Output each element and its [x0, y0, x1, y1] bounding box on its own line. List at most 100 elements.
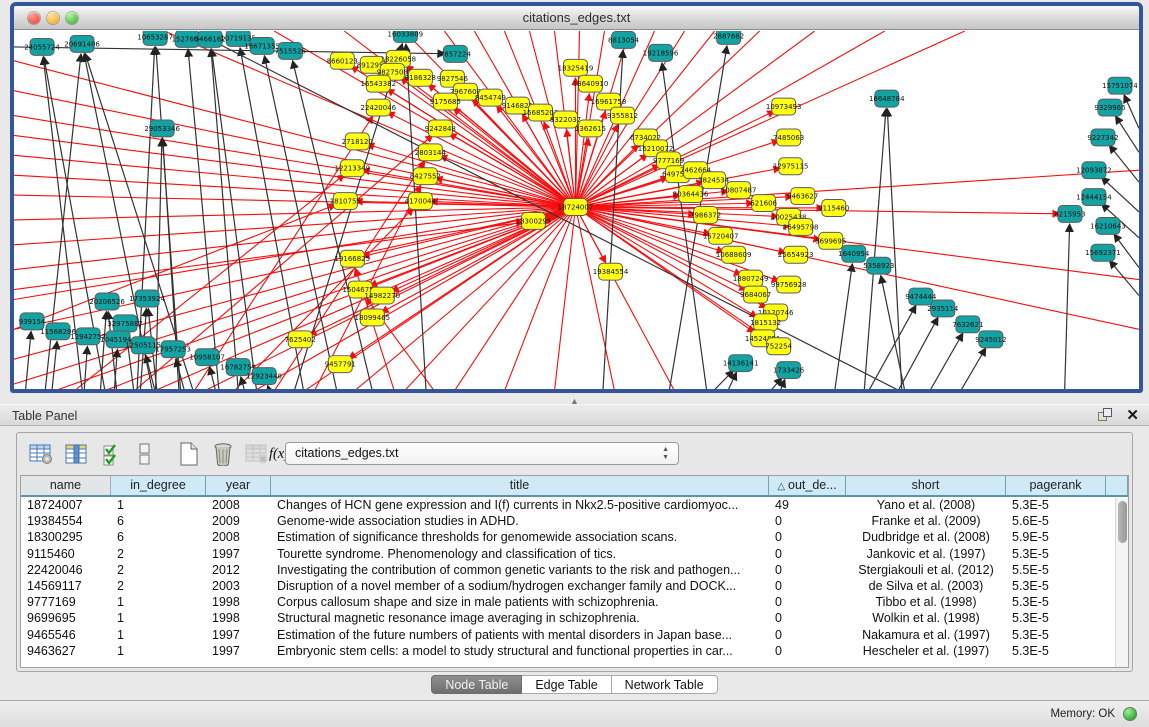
graph-node-7986372[interactable]: 7986372 — [690, 207, 721, 224]
graph-node-9329966[interactable]: 9329966 — [1094, 99, 1125, 116]
graph-node-9245012[interactable]: 9245012 — [975, 331, 1006, 348]
close-panel-icon[interactable]: ✕ — [1126, 406, 1139, 424]
graph-node-24055724[interactable]: 24055724 — [24, 38, 60, 55]
graph-node-12213349[interactable]: 12213349 — [335, 160, 371, 177]
graph-node-12975115[interactable]: 12975115 — [773, 158, 809, 175]
table-row[interactable]: 1830029562008Estimation of significance … — [21, 529, 1128, 545]
show-column-icon[interactable] — [63, 441, 91, 467]
column-header-pagerank[interactable]: pagerank — [1006, 476, 1106, 495]
graph-node-25654923[interactable]: 25654923 — [778, 246, 814, 263]
graph-node-9684067[interactable]: 9684067 — [740, 286, 771, 303]
delete-trash-icon[interactable] — [209, 441, 237, 467]
graph-node-20206526[interactable]: 20206526 — [89, 293, 125, 310]
select-all-checks-icon[interactable] — [99, 441, 127, 467]
cell-name: 19384554 — [21, 513, 111, 529]
graph-node-12444154[interactable]: 12444154 — [1076, 189, 1112, 206]
graph-node-2887682[interactable]: 2887682 — [713, 31, 744, 44]
graph-node-9115460[interactable]: 9115460 — [818, 200, 849, 217]
scrollbar-thumb[interactable] — [1118, 501, 1127, 543]
graph-node-19384554[interactable]: 19384554 — [593, 263, 629, 280]
vertical-scrollbar[interactable] — [1115, 498, 1128, 667]
graph-node-1810755[interactable]: 1810755 — [330, 193, 361, 210]
graph-node-1733426[interactable]: 1733426 — [773, 362, 804, 379]
graph-node-9699695[interactable]: 9699695 — [815, 232, 846, 249]
column-header-title[interactable]: title — [271, 476, 769, 495]
graph-node-9227342[interactable]: 9227342 — [1087, 129, 1118, 146]
table-row[interactable]: 946362711997Embryonic stem cells: a mode… — [21, 643, 1128, 659]
graph-node-18325419[interactable]: 18325419 — [558, 59, 594, 76]
graph-node-15751074[interactable]: 15751074 — [1102, 77, 1138, 94]
graph-node-14136141[interactable]: 14136141 — [723, 355, 759, 372]
graph-node-1640954[interactable]: 1640954 — [838, 245, 870, 262]
citation-network-graph[interactable]: 1872400718300295193845541832541918640910… — [14, 31, 1139, 389]
graph-node-16210643[interactable]: 16210643 — [1090, 217, 1126, 234]
column-header-name[interactable]: name — [21, 476, 111, 495]
graph-node-15692371[interactable]: 15692371 — [1085, 244, 1121, 261]
network-canvas[interactable]: 1872400718300295193845541832541918640910… — [14, 31, 1139, 389]
cell-out_de: 0 — [769, 546, 846, 562]
graph-node-1362615[interactable]: 1362615 — [575, 120, 606, 137]
graph-node-752254[interactable]: 752254 — [765, 338, 792, 355]
table-select-dropdown[interactable]: citations_edges.txt ▲▼ — [285, 442, 679, 465]
graph-node-7632621[interactable]: 7632621 — [952, 316, 983, 333]
table-row[interactable]: 1456911722003Disruption of a novel membe… — [21, 578, 1128, 594]
graph-node-10688609[interactable]: 10688609 — [716, 246, 752, 263]
graph-node-12093872[interactable]: 12093872 — [1076, 162, 1112, 179]
delete-table-icon-disabled[interactable] — [243, 441, 271, 467]
tab-edge-table[interactable]: Edge Table — [522, 675, 611, 694]
cell-in_degree: 6 — [111, 513, 206, 529]
float-panel-icon[interactable] — [1098, 408, 1113, 423]
graph-node-2718120[interactable]: 2718120 — [342, 133, 373, 150]
table-row[interactable]: 1872400712008Changes of HCN gene express… — [21, 497, 1128, 513]
graph-node-7625402[interactable]: 7625402 — [285, 331, 316, 348]
new-table-icon[interactable] — [175, 441, 203, 467]
memory-ok-indicator[interactable] — [1123, 707, 1137, 721]
graph-node-1815132[interactable]: 1815132 — [750, 314, 781, 331]
network-window-titlebar[interactable]: citations_edges.txt — [14, 6, 1139, 30]
graph-node-8813054[interactable]: 8813054 — [608, 31, 640, 48]
graph-node-8186328[interactable]: 8186328 — [405, 69, 436, 86]
graph-node-8660123[interactable]: 8660123 — [327, 52, 358, 69]
graph-node-9457791[interactable]: 9457791 — [325, 356, 356, 373]
row-boxes-icon[interactable] — [131, 441, 159, 467]
svg-text:2803144: 2803144 — [415, 149, 447, 157]
column-header-year[interactable]: year — [206, 476, 271, 495]
graph-node-2803144[interactable]: 2803144 — [415, 144, 447, 161]
graph-node-18807249[interactable]: 18807249 — [733, 270, 769, 287]
table-row[interactable]: 1938455462009Genome-wide association stu… — [21, 513, 1128, 529]
column-header-out_de[interactable]: △out_de... — [769, 476, 846, 495]
table-settings-icon[interactable] — [27, 441, 55, 467]
table-row[interactable]: 977716911998Corpus callosum shape and si… — [21, 594, 1128, 610]
graph-node-621606[interactable]: 621606 — [750, 195, 777, 212]
svg-text:32975887: 32975887 — [107, 320, 143, 328]
table-row[interactable]: 946554611997Estimation of the future num… — [21, 627, 1128, 643]
tab-network-table[interactable]: Network Table — [612, 675, 718, 694]
cell-pagerank: 5.6E-5 — [1006, 513, 1106, 529]
graph-node-9242848[interactable]: 9242848 — [425, 120, 456, 137]
svg-text:20364436: 20364436 — [673, 191, 709, 199]
graph-node-8215953[interactable]: 8215953 — [1054, 206, 1085, 223]
tab-node-table[interactable]: Node Table — [431, 675, 522, 694]
table-row[interactable]: 911546021997Tourette syndrome. Phenomeno… — [21, 546, 1128, 562]
graph-node-20691406[interactable]: 20691406 — [64, 35, 100, 52]
graph-node-16033809[interactable]: 16033809 — [388, 31, 424, 42]
graph-node-8427552[interactable]: 8427552 — [410, 168, 441, 185]
graph-node-9355812[interactable]: 9355812 — [607, 107, 638, 124]
graph-node-99756928[interactable]: 99756928 — [771, 276, 807, 293]
table-row[interactable]: 2242004622012Investigating the contribut… — [21, 562, 1128, 578]
graph-node-9175685[interactable]: 9175685 — [430, 93, 461, 110]
graph-node-5358923[interactable]: 5358923 — [863, 257, 894, 274]
column-header-in_degree[interactable]: in_degree — [111, 476, 206, 495]
column-header-short[interactable]: short — [846, 476, 1006, 495]
cell-name: 18724007 — [21, 497, 111, 513]
graph-node-10653287[interactable]: 10653287 — [137, 31, 173, 45]
graph-node-2935114[interactable]: 2935114 — [927, 300, 959, 317]
graph-node-7485063[interactable]: 7485063 — [773, 129, 804, 146]
table-row[interactable]: 969969511998Structural magnetic resonanc… — [21, 610, 1128, 626]
graph-node-4170044[interactable]: 4170044 — [405, 193, 437, 210]
graph-node-9463627[interactable]: 9463627 — [787, 188, 818, 205]
graph-node-19218596[interactable]: 19218596 — [643, 44, 679, 61]
graph-node-7857224[interactable]: 7857224 — [440, 45, 472, 62]
graph-node-7515526[interactable]: 7515526 — [275, 42, 306, 59]
graph-node-16648784[interactable]: 16648784 — [869, 90, 905, 107]
